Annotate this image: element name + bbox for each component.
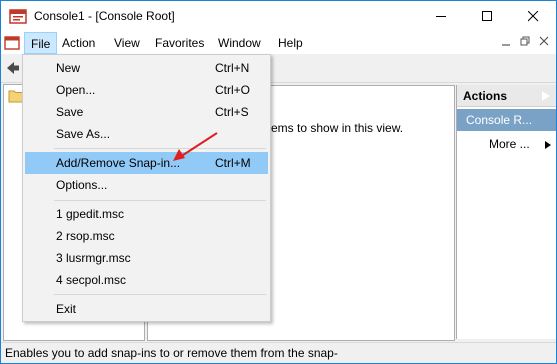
mdi-restore-icon[interactable] <box>520 36 531 50</box>
menu-favorites[interactable]: Favorites <box>149 32 210 54</box>
menu-item-shortcut: Ctrl+S <box>215 105 249 119</box>
menu-item-label: 2 rsop.msc <box>56 229 115 243</box>
menu-file[interactable]: File <box>24 32 58 54</box>
status-bar: Enables you to add snap-ins to or remove… <box>1 342 556 363</box>
mmc-window: Console1 - [Console Root] File Action Vi… <box>0 0 557 364</box>
menu-item-recent-2[interactable]: 2 rsop.msc <box>25 225 268 247</box>
actions-console-label: Console R... <box>466 113 533 127</box>
menu-item-save[interactable]: Save Ctrl+S <box>25 101 268 123</box>
collapse-arrow-icon[interactable] <box>542 91 550 101</box>
menu-item-label: Save <box>56 105 84 119</box>
menu-item-label: New <box>56 61 81 75</box>
status-text: Enables you to add snap-ins to or remove… <box>5 346 338 360</box>
menu-bar: File Action View Favorites Window Help <box>1 32 556 54</box>
menu-separator <box>54 294 266 295</box>
menu-separator <box>54 148 266 149</box>
menu-item-recent-4[interactable]: 4 secpol.msc <box>25 269 268 291</box>
minimize-button[interactable] <box>418 1 464 32</box>
actions-console-root[interactable]: Console R... <box>457 109 556 131</box>
minimize-icon <box>436 16 446 17</box>
menu-item-open[interactable]: Open... Ctrl+O <box>25 79 268 101</box>
menu-item-shortcut: Ctrl+O <box>215 83 251 97</box>
close-icon <box>528 11 539 22</box>
actions-more[interactable]: More ... <box>489 137 530 151</box>
empty-view-message: ems to show in this view. <box>271 121 404 135</box>
menu-item-recent-3[interactable]: 3 lusrmgr.msc <box>25 247 268 269</box>
menu-action[interactable]: Action <box>56 32 101 54</box>
menu-item-label: Options... <box>56 178 108 192</box>
close-button[interactable] <box>510 1 556 32</box>
menu-item-shortcut: Ctrl+N <box>215 61 250 75</box>
mmc-console-icon <box>9 8 27 24</box>
menu-item-options[interactable]: Options... <box>25 174 268 196</box>
menu-help[interactable]: Help <box>272 32 309 54</box>
menu-separator <box>54 200 266 201</box>
menu-item-label: 1 gpedit.msc <box>56 207 125 221</box>
menu-window[interactable]: Window <box>212 32 267 54</box>
menu-item-label: Add/Remove Snap-in... <box>56 156 181 170</box>
mdi-close-icon[interactable] <box>539 36 550 50</box>
menu-item-new[interactable]: New Ctrl+N <box>25 57 268 79</box>
maximize-button[interactable] <box>464 1 510 32</box>
menu-item-label: Exit <box>56 302 77 316</box>
mdi-minimize-icon[interactable] <box>501 36 512 50</box>
title-bar: Console1 - [Console Root] <box>1 1 556 32</box>
menu-item-add-remove-snap-in[interactable]: Add/Remove Snap-in... Ctrl+M <box>25 152 268 174</box>
more-arrow-icon[interactable] <box>545 141 551 149</box>
red-annotation-arrow <box>173 132 218 161</box>
file-menu-dropdown: New Ctrl+N Open... Ctrl+O Save Ctrl+S Sa… <box>22 54 271 322</box>
menu-item-recent-1[interactable]: 1 gpedit.msc <box>25 203 268 225</box>
mdi-console-icon[interactable] <box>4 35 20 51</box>
menu-item-label: 4 secpol.msc <box>56 273 127 287</box>
menu-item-label: Open... <box>56 83 96 97</box>
menu-item-label: Save As... <box>56 127 111 141</box>
menu-item-exit[interactable]: Exit <box>25 298 268 320</box>
window-title: Console1 - [Console Root] <box>34 9 175 23</box>
back-arrow-icon[interactable] <box>5 60 21 79</box>
menu-item-label: 3 lusrmgr.msc <box>56 251 131 265</box>
actions-pane: Actions Console R... More ... <box>456 85 556 339</box>
maximize-icon <box>482 11 492 21</box>
menu-item-save-as[interactable]: Save As... <box>25 123 268 145</box>
menu-view[interactable]: View <box>108 32 146 54</box>
